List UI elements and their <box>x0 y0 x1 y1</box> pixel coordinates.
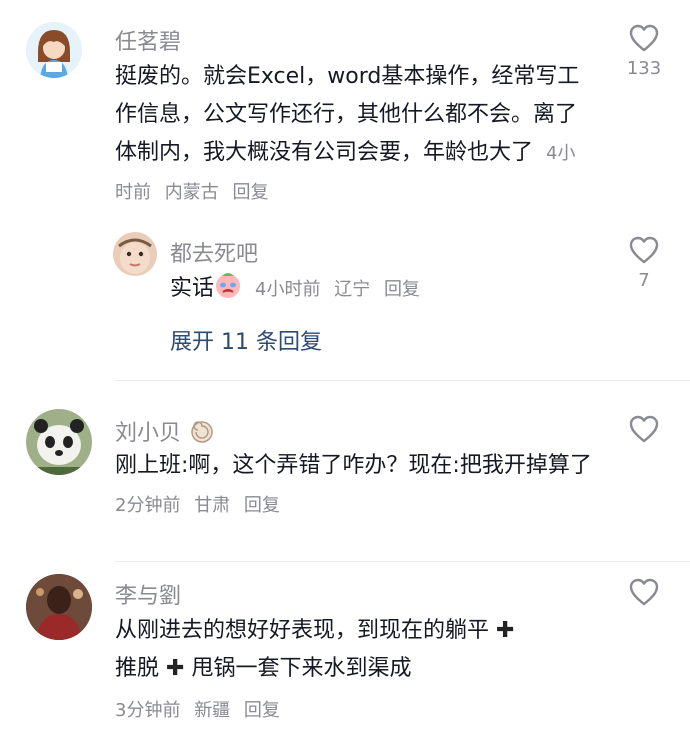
like-count: 133 <box>626 58 662 79</box>
comment-username-text: 刘小贝 <box>115 421 182 446</box>
comment-text: 刚上班:啊，这个弄错了咋办？现在:把我开掉算了 2分钟前 甘肃 回复 <box>115 447 593 525</box>
comment-body: 挺废的。就会Excel，word基本操作，经常写工作信息，公文写作还行，其他什么… <box>115 64 580 165</box>
comment-text: 从刚进去的想好好表现，到现在的躺平 ✚ 推脱 ✚ 甩锅一套下来水到渠成 <box>115 612 593 688</box>
snail-shell-emoji <box>188 418 214 450</box>
comment-body: 刚上班:啊，这个弄错了咋办？现在:把我开掉算了 <box>115 453 592 478</box>
reply-username[interactable]: 都去死吧 <box>170 236 258 268</box>
reply-button[interactable]: 回复 <box>384 279 420 300</box>
comment-time: 3分钟前 <box>115 700 181 721</box>
user-avatar[interactable] <box>26 574 92 640</box>
comment-location: 内蒙古 <box>164 182 219 203</box>
comment-item: 任茗碧 挺废的。就会Excel，word基本操作，经常写工作信息，公文写作还行，… <box>0 0 690 380</box>
heart-outline-icon <box>629 415 659 443</box>
like-button[interactable]: 133 <box>614 24 674 79</box>
reply-time: 4小时前 <box>255 279 321 300</box>
comment-text: 挺废的。就会Excel，word基本操作，经常写工作信息，公文写作还行，其他什么… <box>115 58 593 212</box>
like-button[interactable] <box>614 415 674 443</box>
comment-location: 新疆 <box>194 700 231 721</box>
heavy-plus-icon: ✚ <box>166 656 185 681</box>
comment-username[interactable]: 刘小贝 <box>115 415 214 450</box>
comment-body-part: 甩锅一套下来水到渠成 <box>191 656 412 681</box>
reply-button[interactable]: 回复 <box>244 495 280 516</box>
heavy-plus-icon: ✚ <box>496 618 515 643</box>
reply-location: 辽宁 <box>334 279 371 300</box>
comment-meta: 2分钟前 甘肃 回复 <box>115 495 288 516</box>
user-avatar[interactable] <box>26 22 82 78</box>
reply-button[interactable]: 回复 <box>232 182 268 203</box>
crying-face-emoji <box>214 271 242 312</box>
like-button[interactable]: 7 <box>614 236 674 291</box>
comment-username[interactable]: 任茗碧 <box>115 24 181 56</box>
expand-replies-link[interactable]: 展开 11 条回复 <box>170 324 322 356</box>
comment-body-part: 从刚进去的想好好表现，到现在的躺平 <box>115 618 490 643</box>
comment-item: 刘小贝 刚上班:啊，这个弄错了咋办？现在:把我开掉算了 2分钟前 甘肃 回复 <box>0 381 690 561</box>
comment-body-part: 推脱 <box>115 656 160 681</box>
user-avatar[interactable] <box>26 409 92 475</box>
reply-meta: 4小时前 辽宁 回复 <box>255 279 428 300</box>
comment-meta: 3分钟前 新疆 回复 <box>115 696 288 722</box>
heart-outline-icon <box>629 236 659 264</box>
comment-username[interactable]: 李与劉 <box>115 578 181 610</box>
comment-item: 李与劉 从刚进去的想好好表现，到现在的躺平 ✚ 推脱 ✚ 甩锅一套下来水到渠成 … <box>0 562 690 737</box>
reply-text: 实话 4小时前 辽宁 回复 <box>170 270 610 312</box>
heart-outline-icon <box>629 24 659 52</box>
reply-body: 实话 <box>170 276 215 301</box>
reply-avatar[interactable] <box>113 232 157 276</box>
comment-time: 2分钟前 <box>115 495 181 516</box>
reply-button[interactable]: 回复 <box>244 700 280 721</box>
like-count: 7 <box>638 270 650 291</box>
like-button[interactable] <box>614 578 674 606</box>
comment-location: 甘肃 <box>194 495 231 516</box>
heart-outline-icon <box>629 578 659 606</box>
